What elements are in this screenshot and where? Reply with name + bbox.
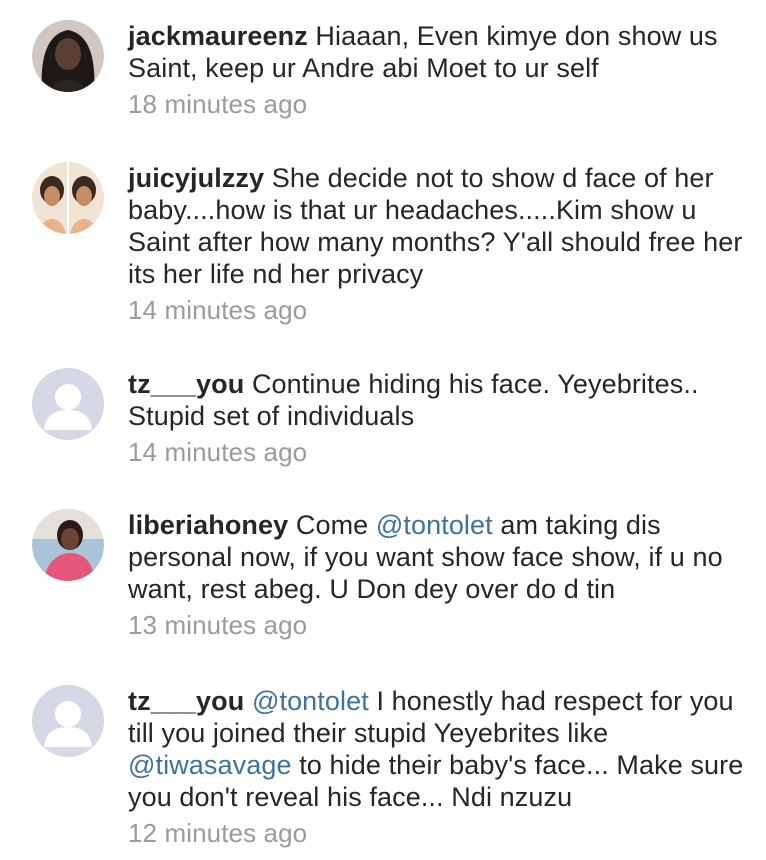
- avatar[interactable]: [32, 162, 104, 234]
- comment-timestamp: 14 minutes ago: [128, 437, 308, 467]
- avatar[interactable]: [32, 368, 104, 440]
- comment-username[interactable]: liberiahoney: [128, 510, 288, 540]
- comment-body: tz___you @tontolet I honestly had respec…: [128, 685, 748, 851]
- avatar[interactable]: [32, 509, 104, 581]
- comment-body: jackmaureenz Hiaaan, Even kimye don show…: [128, 20, 748, 122]
- comment-text: Come: [288, 510, 376, 540]
- mention-link[interactable]: @tiwasavage: [128, 750, 292, 780]
- comment-username[interactable]: tz___you: [128, 369, 244, 399]
- comment-timestamp: 14 minutes ago: [128, 295, 308, 325]
- mention-link[interactable]: @tontolet: [376, 510, 493, 540]
- comment-username[interactable]: jackmaureenz: [128, 21, 308, 51]
- comment-timestamp: 13 minutes ago: [128, 610, 308, 640]
- avatar[interactable]: [32, 20, 104, 92]
- avatar[interactable]: [32, 685, 104, 757]
- default-user-icon: [32, 368, 104, 440]
- comment-username[interactable]: juicyjulzzy: [128, 163, 264, 193]
- comment-body: liberiahoney Come @tontolet am taking di…: [128, 509, 748, 643]
- comment-timestamp: 12 minutes ago: [128, 818, 308, 848]
- comment-username[interactable]: tz___you: [128, 686, 244, 716]
- user-photo-icon: [32, 162, 104, 234]
- default-user-icon: [32, 685, 104, 757]
- comment-timestamp: 18 minutes ago: [128, 89, 308, 119]
- user-photo-icon: [32, 20, 104, 92]
- comment-body: juicyjulzzy She decide not to show d fac…: [128, 162, 748, 328]
- user-photo-icon: [32, 509, 104, 581]
- comment-text: [244, 686, 252, 716]
- mention-link[interactable]: @tontolet: [252, 686, 369, 716]
- comment-body: tz___you Continue hiding his face. Yeyeb…: [128, 368, 748, 470]
